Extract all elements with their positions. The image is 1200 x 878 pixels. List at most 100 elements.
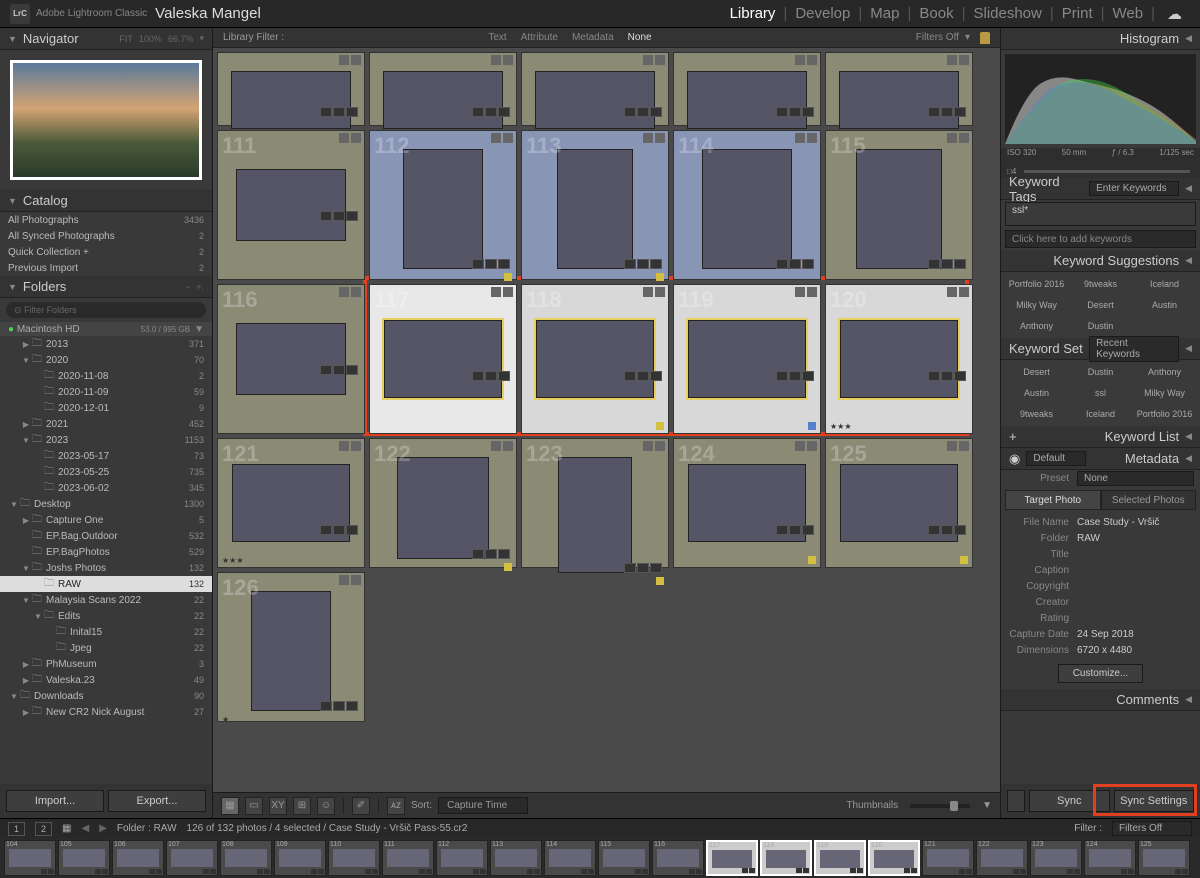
volume-row[interactable]: ● Macintosh HD 53.0 / 995 GB ▼ — [0, 322, 212, 336]
loupe-view-icon[interactable]: ▭ — [245, 797, 263, 815]
filmstrip-cell[interactable]: 108 — [220, 840, 272, 876]
import-button[interactable]: Import... — [6, 790, 104, 812]
filmstrip-cell[interactable]: 104 — [4, 840, 56, 876]
grid-cell[interactable]: 116 — [217, 284, 365, 434]
filmstrip-cell[interactable]: 120 — [868, 840, 920, 876]
primary-display[interactable]: 1 — [8, 822, 25, 836]
filter-tab-metadata[interactable]: Metadata — [572, 32, 614, 43]
keyword-cell[interactable]: Milky Way — [1005, 295, 1068, 315]
folder-row[interactable]: ▼🗀Edits22 — [0, 608, 212, 624]
keyword-cell[interactable]: Anthony — [1005, 316, 1068, 336]
folder-row[interactable]: ▶🗀PhMuseum3 — [0, 656, 212, 672]
grid-cell[interactable]: 118 — [521, 284, 669, 434]
metadata-field[interactable]: Title — [1001, 546, 1200, 562]
filters-off-dropdown[interactable]: Filters Off — [916, 32, 959, 43]
metadata-field[interactable]: Caption — [1001, 562, 1200, 578]
filmstrip-cell[interactable]: 111 — [382, 840, 434, 876]
folder-row[interactable]: 🗀2020-12-019 — [0, 400, 212, 416]
filmstrip-cell[interactable]: 106 — [112, 840, 164, 876]
sync-settings-button[interactable]: Sync Settings — [1114, 790, 1195, 812]
folder-row[interactable]: 🗀2023-06-02345 — [0, 480, 212, 496]
metadata-field[interactable]: Dimensions6720 x 4480 — [1001, 642, 1200, 658]
folder-row[interactable]: 🗀2023-05-25735 — [0, 464, 212, 480]
metadata-field[interactable]: Rating — [1001, 610, 1200, 626]
keyword-cell[interactable]: Austin — [1133, 295, 1196, 315]
folder-row[interactable]: ▼🗀20231153 — [0, 432, 212, 448]
grid-cell[interactable]: 115 — [825, 130, 973, 280]
survey-view-icon[interactable]: ⊞ — [293, 797, 311, 815]
sort-direction-icon[interactable]: ᴀᴢ — [387, 797, 405, 815]
people-view-icon[interactable]: ☺ — [317, 797, 335, 815]
module-web[interactable]: Web — [1105, 5, 1152, 23]
metadata-field[interactable]: FolderRAW — [1001, 530, 1200, 546]
navigator-header[interactable]: ▼ Navigator FIT 100% 66.7% ▾ — [0, 28, 212, 50]
keyword-textarea[interactable]: ssl* — [1005, 202, 1196, 226]
module-develop[interactable]: Develop — [787, 5, 858, 23]
keyword-cell[interactable]: Desert — [1069, 295, 1132, 315]
metadata-preset-dropdown[interactable]: Default — [1026, 451, 1086, 466]
keyword-cell[interactable]: Portfolio 2016 — [1133, 404, 1196, 424]
plus-icon[interactable]: +. — [196, 282, 204, 292]
grid-cell[interactable]: 119 — [673, 284, 821, 434]
filter-tab-attribute[interactable]: Attribute — [521, 32, 558, 43]
catalog-header[interactable]: ▼ Catalog — [0, 190, 212, 212]
folder-row[interactable]: 🗀Inital1522 — [0, 624, 212, 640]
sync-toggle[interactable] — [1007, 790, 1025, 812]
minus-icon[interactable]: − — [185, 282, 190, 292]
folder-row[interactable]: 🗀EP.Bag.Outdoor532 — [0, 528, 212, 544]
compare-view-icon[interactable]: XY — [269, 797, 287, 815]
thumbnail-size-slider[interactable] — [910, 804, 970, 808]
folder-row[interactable]: ▼🗀Malaysia Scans 202222 — [0, 592, 212, 608]
chevron-down-icon[interactable]: ▼ — [194, 324, 204, 335]
back-icon[interactable]: ◀ — [81, 823, 89, 834]
folder-row[interactable]: 🗀2020-11-0959 — [0, 384, 212, 400]
folder-row[interactable]: ▶🗀Valeska.2349 — [0, 672, 212, 688]
chevron-down-icon[interactable]: ▾ — [199, 33, 204, 44]
folders-header[interactable]: ▼ Folders − +. — [0, 276, 212, 298]
grid-cell[interactable] — [673, 52, 821, 126]
module-library[interactable]: Library — [722, 5, 784, 23]
grid-cell[interactable]: 112 — [369, 130, 517, 280]
filmstrip-cell[interactable]: 115 — [598, 840, 650, 876]
filter-tab-text[interactable]: Text — [488, 32, 506, 43]
nav-zoom-66[interactable]: 66.7% — [168, 34, 194, 44]
module-print[interactable]: Print — [1054, 5, 1101, 23]
grid-cell[interactable]: 126 ★ — [217, 572, 365, 722]
grid-cell[interactable] — [217, 52, 365, 126]
metadata-tab[interactable]: Selected Photos — [1101, 490, 1197, 510]
module-book[interactable]: Book — [911, 5, 961, 23]
grid-cell[interactable]: 117 — [369, 284, 517, 434]
grid-cell[interactable]: 125 — [825, 438, 973, 568]
folder-row[interactable]: ▼🗀202070 — [0, 352, 212, 368]
keyword-cell[interactable]: 9tweaks — [1005, 404, 1068, 424]
filmstrip-cell[interactable]: 125 — [1138, 840, 1190, 876]
filmstrip[interactable]: 1041051061071081091101111121131141151161… — [0, 838, 1200, 878]
status-folder[interactable]: Folder : RAW — [117, 823, 177, 834]
catalog-item[interactable]: All Photographs3436 — [0, 212, 212, 228]
grid-icon[interactable]: ▦ — [62, 823, 71, 834]
status-filter-dropdown[interactable]: Filters Off — [1112, 821, 1192, 836]
metadata-tab[interactable]: Target Photo — [1005, 490, 1101, 510]
painter-icon[interactable]: ✐ — [352, 797, 370, 815]
filmstrip-cell[interactable]: 117 — [706, 840, 758, 876]
metadata-field[interactable]: File NameCase Study - Vršič — [1001, 514, 1200, 530]
nav-zoom-100[interactable]: 100% — [139, 34, 162, 44]
keyword-cell[interactable]: Desert — [1005, 362, 1068, 382]
folder-row[interactable]: 🗀2020-11-082 — [0, 368, 212, 384]
keyword-cell[interactable]: Anthony — [1133, 362, 1196, 382]
filmstrip-cell[interactable]: 110 — [328, 840, 380, 876]
histogram-header[interactable]: Histogram ◀ — [1001, 28, 1200, 50]
chevron-down-icon[interactable]: ▼ — [982, 800, 992, 811]
filmstrip-cell[interactable]: 121 — [922, 840, 974, 876]
histogram-display[interactable] — [1005, 54, 1196, 144]
sort-dropdown[interactable]: Capture Time — [438, 797, 528, 814]
grid-cell[interactable]: 122 — [369, 438, 517, 568]
keyword-suggestions-header[interactable]: Keyword Suggestions ◀ — [1001, 250, 1200, 272]
forward-icon[interactable]: ▶ — [99, 823, 107, 834]
catalog-item[interactable]: Previous Import2 — [0, 260, 212, 276]
folder-row[interactable]: ▶🗀2013371 — [0, 336, 212, 352]
filmstrip-cell[interactable]: 116 — [652, 840, 704, 876]
sync-button[interactable]: Sync — [1029, 790, 1110, 812]
keyword-cell[interactable]: Dustin — [1069, 362, 1132, 382]
keyword-cell[interactable]: Austin — [1005, 383, 1068, 403]
